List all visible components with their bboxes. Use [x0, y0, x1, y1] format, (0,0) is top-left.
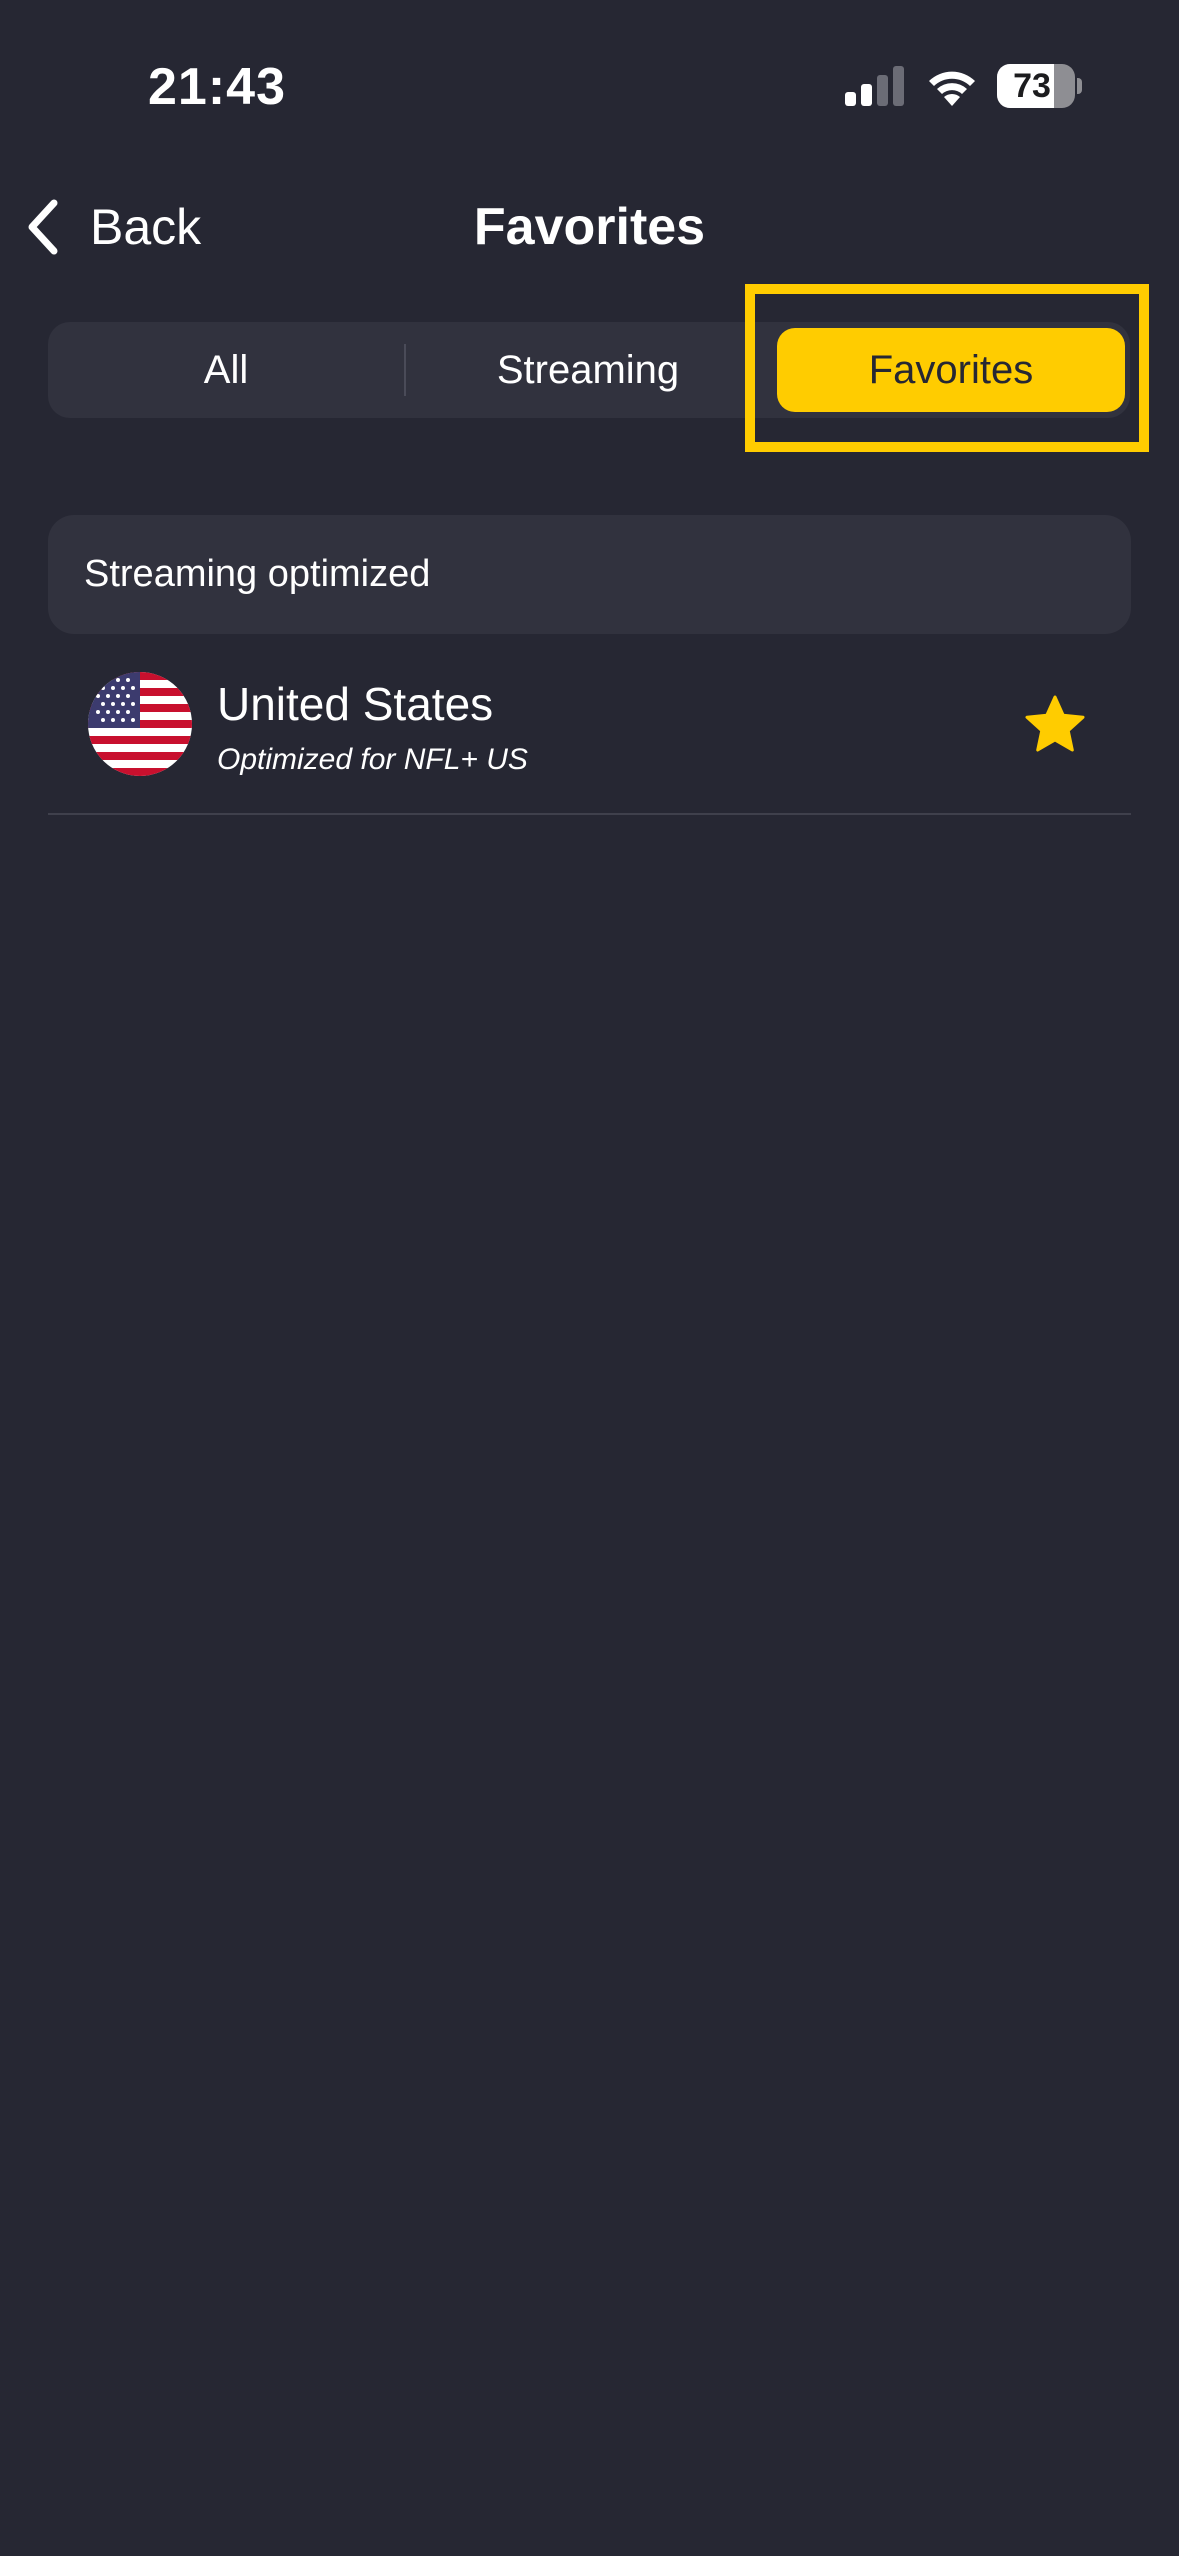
list-item-title: United States	[217, 678, 494, 730]
back-label: Back	[90, 199, 202, 255]
tab-all[interactable]: All	[48, 322, 404, 418]
chevron-left-icon	[28, 199, 58, 255]
star-icon[interactable]	[1024, 694, 1086, 756]
tab-favorites[interactable]: Favorites	[777, 328, 1125, 412]
battery-percent: 73	[1013, 67, 1051, 105]
signal-icon	[845, 66, 904, 106]
battery-icon: 73	[997, 64, 1082, 108]
section-header-label: Streaming optimized	[84, 553, 431, 595]
status-time: 21:43	[148, 58, 286, 116]
list-item-subtitle: Optimized for NFL+ US	[217, 743, 528, 776]
section-header: Streaming optimized	[48, 515, 1131, 634]
wifi-icon	[929, 71, 975, 106]
row-divider	[48, 813, 1131, 815]
tab-streaming[interactable]: Streaming	[406, 322, 770, 418]
favorites-screen: 21:43 73 Back Favorites All Streaming Fa…	[0, 0, 1179, 2556]
filter-tabs: All Streaming Favorites	[48, 322, 1130, 418]
list-item-united-states[interactable]: United States Optimized for NFL+ US	[48, 650, 1131, 814]
us-flag-icon	[88, 672, 192, 776]
back-button[interactable]: Back	[22, 190, 201, 264]
